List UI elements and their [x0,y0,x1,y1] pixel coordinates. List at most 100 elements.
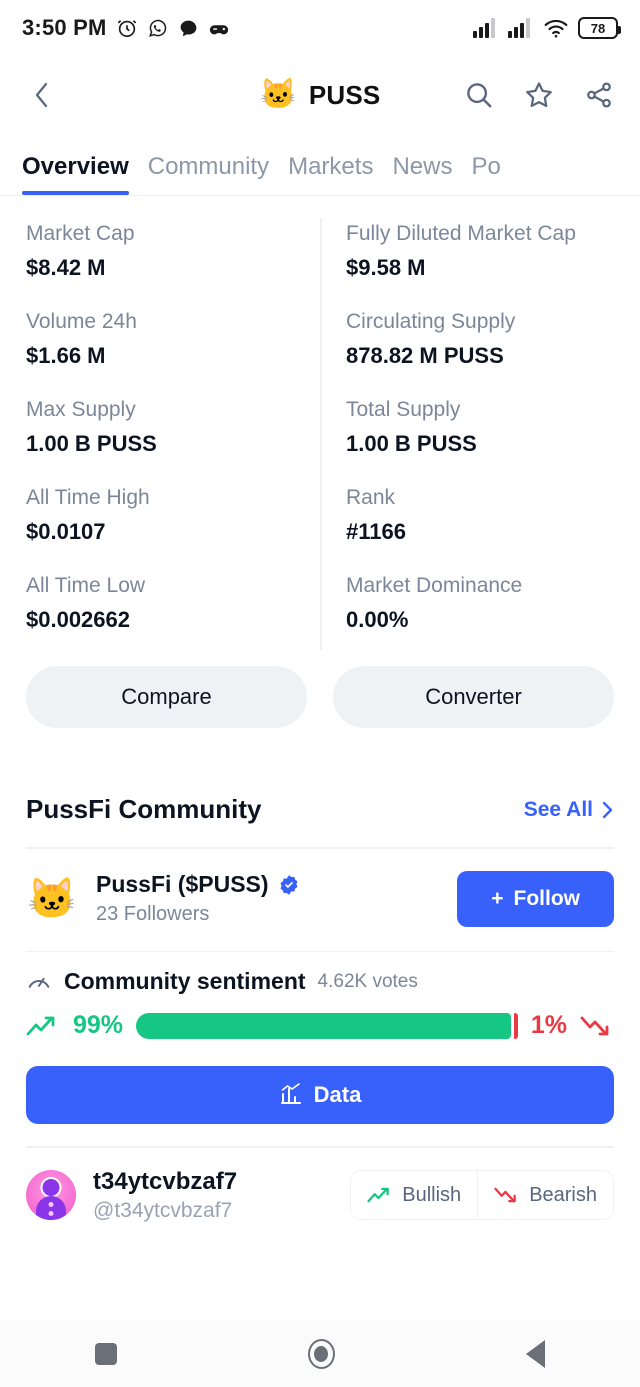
bearish-label: Bearish [529,1183,597,1206]
sentiment-bar-bearish [514,1012,518,1039]
status-bar-left: 3:50 PM [22,15,230,41]
profile-name-row: PussFi ($PUSS) [96,871,300,898]
avatar-dot-icon [48,1202,54,1207]
bullish-label: Bullish [402,1183,462,1206]
stat-value: $8.42 M [26,255,106,280]
stat-all-time-high: All Time High $0.0107 [26,486,320,574]
trend-up-icon [367,1187,390,1203]
stat-label: Max Supply [26,398,136,421]
stat-value: $9.58 M [346,255,426,280]
bullish-button[interactable]: Bullish [351,1171,478,1219]
stat-value: $1.66 M [26,343,106,368]
avatar-dot-icon [48,1211,54,1216]
stat-value: $0.002662 [26,607,130,632]
status-bar-right: 78 [473,17,621,39]
star-icon [526,82,552,108]
battery-level: 78 [590,20,606,36]
tab-community[interactable]: Community [148,153,288,195]
data-button[interactable]: Data [26,1066,614,1124]
post-user-meta: t34ytcvbzaf7 @t34ytcvbzaf7 [93,1168,237,1223]
stats-grid: Market Cap $8.42 M Fully Diluted Market … [0,196,640,662]
tab-markets[interactable]: Markets [288,153,392,195]
triangle-back-icon[interactable] [525,1339,545,1368]
sentiment-header: Community sentiment 4.62K votes [0,952,640,995]
stat-all-time-low: All Time Low $0.002662 [26,574,320,662]
profile-avatar: 🐱 [26,873,78,925]
profile-name: PussFi ($PUSS) [96,871,269,897]
circle-home-icon[interactable] [307,1338,335,1369]
stat-value: $0.0107 [26,519,106,544]
stat-value: 878.82 M PUSS [346,343,504,368]
battery-icon: 78 [578,17,621,39]
stat-fully-diluted-market-cap: Fully Diluted Market Cap $9.58 M [320,222,614,310]
stat-value: 0.00% [346,607,409,632]
stat-value: #1166 [346,519,406,544]
square-recents-icon[interactable] [95,1342,118,1365]
header-actions [462,78,616,112]
whatsapp-icon [148,19,166,37]
chevron-right-icon [602,801,613,818]
tab-portfolio[interactable]: Po [471,153,519,195]
follow-label: Follow [513,886,581,910]
favorite-button[interactable] [522,78,556,112]
verified-badge-icon [280,874,298,895]
search-icon [467,83,492,108]
wifi-icon [544,19,568,38]
post-row: t34ytcvbzaf7 @t34ytcvbzaf7 Bullish Beari… [0,1148,640,1223]
app-header: 🐱 PUSS [0,56,640,134]
sentiment-bar[interactable] [136,1012,518,1039]
stat-label: All Time High [26,486,150,509]
game-controller-icon [209,25,228,35]
bearish-percent: 1% [530,1011,567,1039]
bullish-percent: 99% [73,1011,124,1039]
stat-total-supply: Total Supply 1.00 B PUSS [320,398,614,486]
search-button[interactable] [462,78,496,112]
tab-overview[interactable]: Overview [22,153,148,195]
post-username: t34ytcvbzaf7 [93,1167,238,1195]
trend-down-icon [494,1187,516,1203]
community-profile-row[interactable]: 🐱 PussFi ($PUSS) 23 Followers + Follow [0,849,640,951]
stat-rank: Rank #1166 [320,486,614,574]
compare-button[interactable]: Compare [26,666,307,728]
coin-logo-icon: 🐱 [259,78,297,111]
data-button-label: Data [313,1082,362,1107]
see-all-label: See All [523,797,593,821]
sentiment-title: Community sentiment [64,968,306,994]
stat-circulating-supply: Circulating Supply 878.82 M PUSS [320,310,614,398]
sentiment-bar-bullish [136,1012,512,1039]
stat-market-cap: Market Cap $8.42 M [26,222,320,310]
stat-market-dominance: Market Dominance 0.00% [320,574,614,662]
share-button[interactable] [582,78,616,112]
trend-down-icon [580,1016,609,1035]
stat-label: Total Supply [346,398,461,421]
community-section-title: PussFi Community [26,794,262,824]
stat-label: Market Dominance [346,574,523,597]
signal-bars-icon [473,18,495,38]
user-avatar[interactable] [26,1170,76,1220]
bearish-button[interactable]: Bearish [477,1171,613,1219]
follow-button[interactable]: + Follow [457,870,614,927]
stat-volume-24h: Volume 24h $1.66 M [26,310,320,398]
signal-bars-icon [508,18,530,38]
see-all-link[interactable]: See All [524,798,614,822]
cat-avatar-icon: 🐱 [27,876,77,921]
stat-label: Volume 24h [26,310,137,333]
stat-max-supply: Max Supply 1.00 B PUSS [26,398,320,486]
converter-button[interactable]: Converter [333,666,614,728]
back-button[interactable] [24,77,60,113]
tab-news[interactable]: News [392,153,471,195]
android-nav-bar [0,1320,640,1387]
profile-followers: 23 Followers [96,903,210,925]
trend-up-icon [26,1016,55,1035]
status-time: 3:50 PM [22,15,107,40]
back-chevron-icon [35,82,48,108]
tab-bar: Overview Community Markets News Po [0,134,640,196]
sentiment-bar-row: 99% 1% [0,995,640,1040]
stat-label: Circulating Supply [346,310,516,333]
action-buttons: Compare Converter [0,662,640,728]
stat-value: 1.00 B PUSS [26,431,157,456]
chart-icon [280,1083,301,1104]
alarm-icon [117,20,136,38]
share-icon [587,82,611,108]
stat-value: 1.00 B PUSS [346,431,477,456]
